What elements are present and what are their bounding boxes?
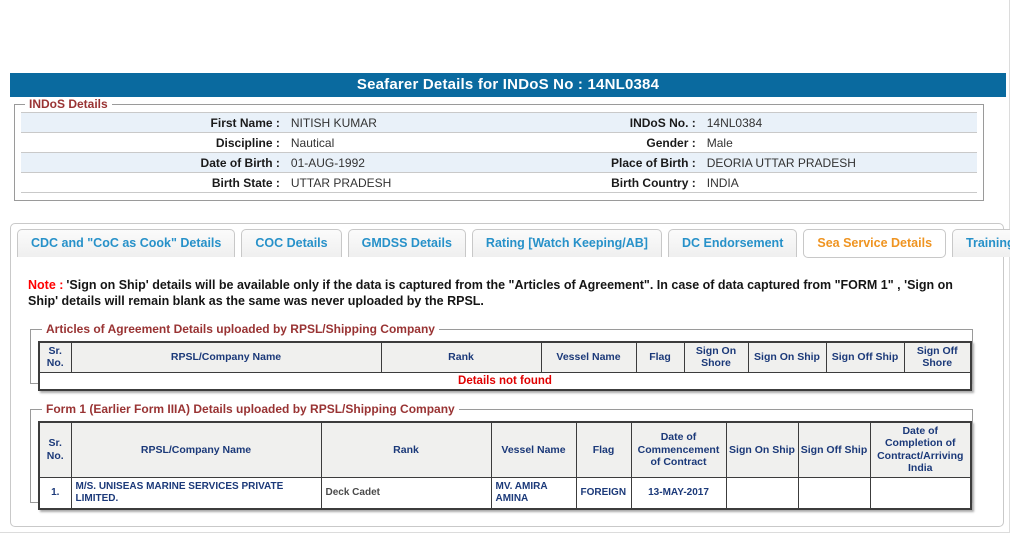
- indos-details-fieldset: INDoS Details First Name : NITISH KUMAR …: [14, 97, 984, 201]
- col-date-of-commencement: Date of Commencement of Contract: [630, 421, 727, 478]
- birth-country-value: INDIA: [699, 172, 977, 193]
- indos-row: Discipline : Nautical Gender : Male: [21, 132, 977, 153]
- indos-row: Birth State : UTTAR PRADESH Birth Countr…: [21, 172, 977, 193]
- indos-no-value: 14NL0384: [699, 112, 977, 133]
- gender-label: Gender :: [551, 132, 700, 153]
- birth-country-label: Birth Country :: [551, 172, 700, 193]
- note-body: 'Sign on Ship' details will be available…: [28, 278, 953, 309]
- cell-sign-off-ship: [797, 476, 871, 509]
- indos-details-table: First Name : NITISH KUMAR INDoS No. : 14…: [21, 112, 977, 193]
- discipline-label: Discipline :: [21, 132, 284, 153]
- birth-state-value: UTTAR PRADESH: [283, 172, 552, 193]
- gender-value: Male: [699, 132, 977, 153]
- birth-state-label: Birth State :: [21, 172, 284, 193]
- col-flag: Flag: [575, 421, 632, 478]
- form1-fieldset: Form 1 (Earlier Form IIIA) Details uploa…: [30, 402, 973, 510]
- col-sign-off-shore: Sign Off Shore: [903, 341, 972, 373]
- col-sign-off-ship: Sign Off Ship: [797, 421, 871, 478]
- tab-coc-details[interactable]: COC Details: [241, 229, 342, 257]
- articles-header-row: Sr. No. RPSL/Company Name Rank Vessel Na…: [38, 341, 972, 373]
- cell-commencement-date: 13-MAY-2017: [630, 476, 727, 509]
- first-name-value: NITISH KUMAR: [283, 112, 552, 133]
- tab-bar: CDC and "CoC as Cook" Details COC Detail…: [17, 229, 1010, 258]
- articles-of-agreement-fieldset: Articles of Agreement Details uploaded b…: [30, 322, 973, 391]
- col-sign-on-shore: Sign On Shore: [683, 341, 749, 373]
- col-sr-no: Sr. No.: [38, 341, 72, 373]
- articles-of-agreement-table: Sr. No. RPSL/Company Name Rank Vessel Na…: [38, 341, 972, 391]
- cell-flag: FOREIGN: [575, 476, 632, 509]
- form1-data-row: 1. M/S. UNISEAS MARINE SERVICES PRIVATE …: [38, 476, 972, 509]
- indos-no-label: INDoS No. :: [551, 112, 700, 133]
- first-name-label: First Name :: [21, 112, 284, 133]
- col-rpsl-company-name: RPSL/Company Name: [70, 341, 382, 373]
- note-text: Note : 'Sign on Ship' details will be ava…: [28, 277, 980, 310]
- page-title: Seafarer Details for INDoS No : 14NL0384: [10, 73, 1006, 97]
- form1-header-row: Sr. No. RPSL/Company Name Rank Vessel Na…: [38, 421, 972, 478]
- place-of-birth-label: Place of Birth :: [551, 152, 700, 173]
- date-of-birth-label: Date of Birth :: [21, 152, 284, 173]
- col-rpsl-company-name: RPSL/Company Name: [70, 421, 322, 478]
- indos-row: First Name : NITISH KUMAR INDoS No. : 14…: [21, 112, 977, 133]
- tab-cdc-coc-as-cook-details[interactable]: CDC and "CoC as Cook" Details: [17, 229, 236, 257]
- details-not-found-message: Details not found: [38, 371, 972, 391]
- col-sign-on-ship: Sign On Ship: [747, 341, 827, 373]
- col-date-of-completion: Date of Completion of Contract/Arriving …: [869, 421, 972, 478]
- note-label: Note :: [28, 278, 64, 292]
- col-vessel-name: Vessel Name: [490, 421, 577, 478]
- discipline-value: Nautical: [283, 132, 552, 153]
- indos-row: Date of Birth : 01-AUG-1992 Place of Bir…: [21, 152, 977, 173]
- form1-legend: Form 1 (Earlier Form IIIA) Details uploa…: [46, 402, 455, 416]
- cell-sr-no: 1.: [38, 476, 72, 509]
- tab-dc-endorsement[interactable]: DC Endorsement: [667, 229, 798, 257]
- date-of-birth-value: 01-AUG-1992: [283, 152, 552, 173]
- col-sr-no: Sr. No.: [38, 421, 72, 478]
- col-rank: Rank: [380, 341, 542, 373]
- tab-sea-service-details[interactable]: Sea Service Details: [803, 229, 947, 258]
- articles-of-agreement-legend: Articles of Agreement Details uploaded b…: [46, 322, 435, 336]
- cell-completion-date: [869, 476, 972, 509]
- form1-table: Sr. No. RPSL/Company Name Rank Vessel Na…: [38, 421, 972, 510]
- col-sign-off-ship: Sign Off Ship: [825, 341, 905, 373]
- col-sign-on-ship: Sign On Ship: [725, 421, 799, 478]
- cell-sign-on-ship: [725, 476, 799, 509]
- articles-empty-row: Details not found: [38, 371, 972, 391]
- col-vessel-name: Vessel Name: [540, 341, 637, 373]
- tab-rating-watch-keeping-ab[interactable]: Rating [Watch Keeping/AB]: [471, 229, 662, 257]
- cell-vessel-name: MV. AMIRA AMINA: [490, 476, 577, 509]
- tab-gmdss-details[interactable]: GMDSS Details: [347, 229, 466, 257]
- indos-details-legend: INDoS Details: [29, 97, 108, 111]
- cell-company-name: M/S. UNISEAS MARINE SERVICES PRIVATE LIM…: [70, 476, 322, 509]
- tab-training-details[interactable]: Training Details: [952, 229, 1010, 257]
- cell-rank: Deck Cadet: [320, 476, 492, 509]
- place-of-birth-value: DEORIA UTTAR PRADESH: [699, 152, 977, 173]
- col-rank: Rank: [320, 421, 492, 478]
- col-flag: Flag: [635, 341, 685, 373]
